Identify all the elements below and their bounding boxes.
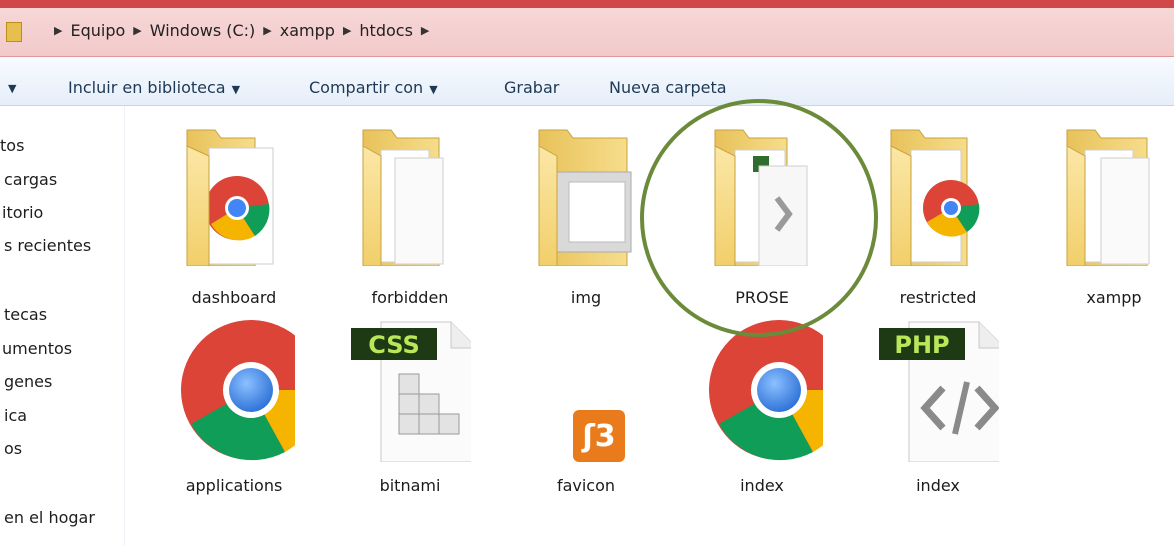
file-list: dashboard forbidden img PROSE restricted… (125, 106, 1174, 546)
chevron-right-icon: ▶ (54, 24, 63, 37)
command-bar: ▼ Incluir en biblioteca ▼ Compartir con ▼ … (0, 57, 1174, 106)
breadcrumb-item-windows[interactable]: Windows (C:) (150, 21, 256, 40)
file-item-applications[interactable]: applications (159, 312, 309, 495)
address-bar[interactable]: ▶ Equipo ▶ Windows (C:) ▶ xampp ▶ htdocs… (0, 8, 1174, 57)
file-name: forbidden (371, 288, 449, 307)
folder-chrome-icon (186, 129, 274, 266)
chevron-right-icon[interactable]: ▶ (263, 24, 271, 37)
nav-item[interactable]: en el hogar (4, 508, 95, 527)
file-item-forbidden[interactable]: forbidden (335, 116, 485, 307)
file-name: applications (185, 476, 283, 495)
nav-item[interactable]: genes (4, 372, 52, 391)
file-item-prose[interactable]: PROSE (687, 116, 837, 307)
navigation-pane: tos cargas itorio s recientes tecas umen… (0, 106, 125, 546)
folder-docs-icon (1066, 129, 1150, 266)
breadcrumb-item-htdocs[interactable]: htdocs (359, 21, 413, 40)
file-item-restricted[interactable]: restricted (863, 116, 1013, 307)
file-item-index-html[interactable]: index (687, 312, 837, 495)
nav-item[interactable]: cargas (4, 170, 57, 189)
file-name: xampp (1086, 288, 1142, 307)
file-item-xampp[interactable]: xampp (1039, 116, 1174, 307)
chevron-down-icon: ▼ (231, 83, 241, 96)
nav-item[interactable]: tos (0, 136, 24, 155)
nav-item[interactable]: umentos (2, 339, 72, 358)
file-name: index (740, 476, 784, 495)
file-item-favicon[interactable]: ʃ3 favicon (511, 312, 661, 495)
chrome-icon (181, 320, 295, 461)
svg-text:ʃ3: ʃ3 (581, 419, 615, 454)
file-item-img[interactable]: img (511, 116, 661, 307)
share-with-label: Compartir con (309, 78, 424, 97)
new-folder-button[interactable]: Nueva carpeta (609, 78, 727, 97)
file-name: restricted (899, 288, 977, 307)
nav-item[interactable]: s recientes (4, 236, 91, 255)
xampp-icon: ʃ3 (573, 410, 625, 462)
file-name: index (916, 476, 960, 495)
file-name: dashboard (191, 288, 277, 307)
organize-caret-icon[interactable]: ▼ (8, 82, 16, 95)
folder-chrome-icon (890, 129, 980, 266)
chevron-right-icon[interactable]: ▶ (343, 24, 351, 37)
file-item-dashboard[interactable]: dashboard (159, 116, 309, 307)
file-name: PROSE (735, 288, 789, 307)
nav-item[interactable]: tecas (4, 305, 47, 324)
css-badge: CSS (368, 331, 420, 359)
breadcrumb-item-xampp[interactable]: xampp (280, 21, 335, 40)
file-name: favicon (556, 476, 616, 495)
folder-docs-icon (362, 129, 444, 266)
window-title-edge (0, 0, 1174, 8)
folder-icon (6, 22, 22, 42)
chrome-icon (709, 320, 823, 461)
nav-item[interactable]: os (4, 439, 22, 458)
php-badge: PHP (894, 331, 949, 359)
include-in-library-label: Incluir en biblioteca (68, 78, 226, 97)
share-with-button[interactable]: Compartir con ▼ (309, 78, 438, 97)
chevron-right-icon[interactable]: ▶ (133, 24, 141, 37)
file-name: bitnami (379, 476, 441, 495)
folder-code-icon (714, 129, 808, 266)
nav-item[interactable]: itorio (2, 203, 43, 222)
file-item-bitnami[interactable]: CSS bitnami (335, 312, 485, 495)
css-file-icon: CSS (351, 321, 471, 462)
nav-item[interactable]: ica (4, 406, 27, 425)
chevron-right-icon[interactable]: ▶ (421, 24, 429, 37)
burn-button[interactable]: Grabar (504, 78, 559, 97)
chevron-down-icon: ▼ (429, 83, 438, 96)
php-file-icon: PHP (879, 321, 999, 462)
folder-images-icon (538, 129, 632, 266)
file-name: img (570, 288, 602, 307)
file-item-index-php[interactable]: PHP index (863, 312, 1013, 495)
breadcrumb: ▶ Equipo ▶ Windows (C:) ▶ xampp ▶ htdocs… (46, 21, 437, 40)
breadcrumb-item-equipo[interactable]: Equipo (70, 21, 125, 40)
include-in-library-button[interactable]: Incluir en biblioteca ▼ (68, 78, 240, 97)
